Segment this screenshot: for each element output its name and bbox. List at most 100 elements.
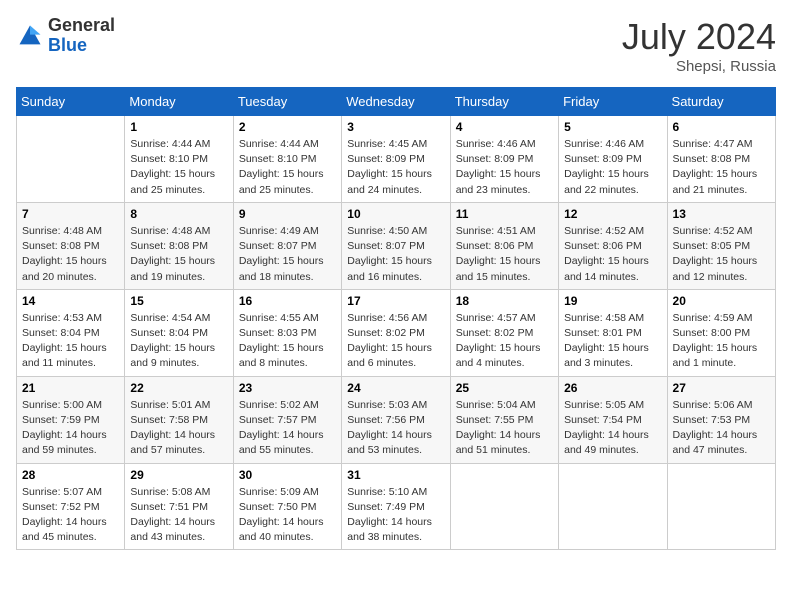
day-number: 16 xyxy=(239,294,336,308)
day-cell: 26Sunrise: 5:05 AMSunset: 7:54 PMDayligh… xyxy=(559,376,667,463)
header-day-tuesday: Tuesday xyxy=(233,88,341,116)
day-cell: 8Sunrise: 4:48 AMSunset: 8:08 PMDaylight… xyxy=(125,202,233,289)
day-number: 23 xyxy=(239,381,336,395)
day-info: Sunrise: 4:48 AMSunset: 8:08 PMDaylight:… xyxy=(22,224,119,285)
day-number: 1 xyxy=(130,120,227,134)
day-info: Sunrise: 4:46 AMSunset: 8:09 PMDaylight:… xyxy=(456,137,553,198)
day-cell: 30 Sunrise: 5:09 AMSunset: 7:50 PMDayligh… xyxy=(233,463,341,550)
day-cell: 25 Sunrise: 5:04 AMSunset: 7:55 PMDayligh… xyxy=(450,376,558,463)
day-info: Sunrise: 5:06 AMSunset: 7:53 PMDaylight:… xyxy=(673,398,770,459)
day-info: Sunrise: 4:44 AMSunset: 8:10 PMDaylight:… xyxy=(239,137,336,198)
day-cell: 20 Sunrise: 4:59 AMSunset: 8:00 PMDayligh… xyxy=(667,289,775,376)
header-day-sunday: Sunday xyxy=(17,88,125,116)
day-cell: 27Sunrise: 5:06 AMSunset: 7:53 PMDayligh… xyxy=(667,376,775,463)
day-info: Sunrise: 4:45 AMSunset: 8:09 PMDaylight:… xyxy=(347,137,444,198)
day-number: 28 xyxy=(22,468,119,482)
day-number: 18 xyxy=(456,294,553,308)
day-cell xyxy=(450,463,558,550)
day-number: 15 xyxy=(130,294,227,308)
day-info: Sunrise: 4:58 AMSunset: 8:01 PMDaylight:… xyxy=(564,311,661,372)
day-cell: 9 Sunrise: 4:49 AMSunset: 8:07 PMDaylight… xyxy=(233,202,341,289)
day-cell: 16 Sunrise: 4:55 AMSunset: 8:03 PMDayligh… xyxy=(233,289,341,376)
day-number: 6 xyxy=(673,120,770,134)
day-info: Sunrise: 5:00 AMSunset: 7:59 PMDaylight:… xyxy=(22,398,119,459)
header-day-thursday: Thursday xyxy=(450,88,558,116)
week-row-0: 1 Sunrise: 4:44 AMSunset: 8:10 PMDaylight… xyxy=(17,116,776,203)
day-cell: 4Sunrise: 4:46 AMSunset: 8:09 PMDaylight… xyxy=(450,116,558,203)
day-number: 11 xyxy=(456,207,553,221)
logo-blue-text: Blue xyxy=(48,36,115,56)
day-number: 31 xyxy=(347,468,444,482)
week-row-2: 14Sunrise: 4:53 AMSunset: 8:04 PMDayligh… xyxy=(17,289,776,376)
day-cell: 12Sunrise: 4:52 AMSunset: 8:06 PMDayligh… xyxy=(559,202,667,289)
day-info: Sunrise: 5:01 AMSunset: 7:58 PMDaylight:… xyxy=(130,398,227,459)
header-day-friday: Friday xyxy=(559,88,667,116)
location-subtitle: Shepsi, Russia xyxy=(622,58,776,75)
day-cell: 31 Sunrise: 5:10 AMSunset: 7:49 PMDayligh… xyxy=(342,463,450,550)
day-cell: 7 Sunrise: 4:48 AMSunset: 8:08 PMDaylight… xyxy=(17,202,125,289)
logo-text: General Blue xyxy=(48,16,115,56)
header-row: SundayMondayTuesdayWednesdayThursdayFrid… xyxy=(17,88,776,116)
day-number: 25 xyxy=(456,381,553,395)
title-block: July 2024 Shepsi, Russia xyxy=(622,16,776,75)
day-info: Sunrise: 4:57 AMSunset: 8:02 PMDaylight:… xyxy=(456,311,553,372)
day-number: 24 xyxy=(347,381,444,395)
day-info: Sunrise: 5:09 AMSunset: 7:50 PMDaylight:… xyxy=(239,485,336,546)
day-number: 30 xyxy=(239,468,336,482)
day-number: 5 xyxy=(564,120,661,134)
day-number: 7 xyxy=(22,207,119,221)
day-cell: 22Sunrise: 5:01 AMSunset: 7:58 PMDayligh… xyxy=(125,376,233,463)
day-cell: 2 Sunrise: 4:44 AMSunset: 8:10 PMDaylight… xyxy=(233,116,341,203)
logo-general-text: General xyxy=(48,16,115,36)
day-info: Sunrise: 4:52 AMSunset: 8:06 PMDaylight:… xyxy=(564,224,661,285)
day-info: Sunrise: 4:55 AMSunset: 8:03 PMDaylight:… xyxy=(239,311,336,372)
calendar-header: SundayMondayTuesdayWednesdayThursdayFrid… xyxy=(17,88,776,116)
day-cell: 24 Sunrise: 5:03 AMSunset: 7:56 PMDayligh… xyxy=(342,376,450,463)
day-number: 20 xyxy=(673,294,770,308)
day-cell: 18 Sunrise: 4:57 AMSunset: 8:02 PMDayligh… xyxy=(450,289,558,376)
day-info: Sunrise: 4:44 AMSunset: 8:10 PMDaylight:… xyxy=(130,137,227,198)
page-header: General Blue July 2024 Shepsi, Russia xyxy=(16,16,776,75)
day-cell: 28 Sunrise: 5:07 AMSunset: 7:52 PMDayligh… xyxy=(17,463,125,550)
day-number: 9 xyxy=(239,207,336,221)
day-info: Sunrise: 4:46 AMSunset: 8:09 PMDaylight:… xyxy=(564,137,661,198)
day-info: Sunrise: 4:48 AMSunset: 8:08 PMDaylight:… xyxy=(130,224,227,285)
header-day-monday: Monday xyxy=(125,88,233,116)
day-number: 10 xyxy=(347,207,444,221)
logo: General Blue xyxy=(16,16,115,56)
day-cell: 6 Sunrise: 4:47 AMSunset: 8:08 PMDaylight… xyxy=(667,116,775,203)
header-day-saturday: Saturday xyxy=(667,88,775,116)
day-info: Sunrise: 4:56 AMSunset: 8:02 PMDaylight:… xyxy=(347,311,444,372)
day-info: Sunrise: 4:52 AMSunset: 8:05 PMDaylight:… xyxy=(673,224,770,285)
day-cell xyxy=(559,463,667,550)
day-cell: 23 Sunrise: 5:02 AMSunset: 7:57 PMDayligh… xyxy=(233,376,341,463)
day-info: Sunrise: 4:47 AMSunset: 8:08 PMDaylight:… xyxy=(673,137,770,198)
day-info: Sunrise: 4:54 AMSunset: 8:04 PMDaylight:… xyxy=(130,311,227,372)
day-info: Sunrise: 4:59 AMSunset: 8:00 PMDaylight:… xyxy=(673,311,770,372)
day-number: 13 xyxy=(673,207,770,221)
logo-icon xyxy=(16,22,44,50)
week-row-3: 21Sunrise: 5:00 AMSunset: 7:59 PMDayligh… xyxy=(17,376,776,463)
week-row-4: 28 Sunrise: 5:07 AMSunset: 7:52 PMDayligh… xyxy=(17,463,776,550)
day-cell: 11Sunrise: 4:51 AMSunset: 8:06 PMDayligh… xyxy=(450,202,558,289)
day-info: Sunrise: 4:49 AMSunset: 8:07 PMDaylight:… xyxy=(239,224,336,285)
day-number: 2 xyxy=(239,120,336,134)
day-info: Sunrise: 4:50 AMSunset: 8:07 PMDaylight:… xyxy=(347,224,444,285)
day-cell: 3Sunrise: 4:45 AMSunset: 8:09 PMDaylight… xyxy=(342,116,450,203)
day-info: Sunrise: 5:02 AMSunset: 7:57 PMDaylight:… xyxy=(239,398,336,459)
month-year-title: July 2024 xyxy=(622,16,776,58)
day-info: Sunrise: 5:10 AMSunset: 7:49 PMDaylight:… xyxy=(347,485,444,546)
calendar-table: SundayMondayTuesdayWednesdayThursdayFrid… xyxy=(16,87,776,550)
week-row-1: 7 Sunrise: 4:48 AMSunset: 8:08 PMDaylight… xyxy=(17,202,776,289)
day-info: Sunrise: 5:04 AMSunset: 7:55 PMDaylight:… xyxy=(456,398,553,459)
day-info: Sunrise: 5:07 AMSunset: 7:52 PMDaylight:… xyxy=(22,485,119,546)
day-number: 17 xyxy=(347,294,444,308)
day-cell: 10 Sunrise: 4:50 AMSunset: 8:07 PMDayligh… xyxy=(342,202,450,289)
day-cell: 29Sunrise: 5:08 AMSunset: 7:51 PMDayligh… xyxy=(125,463,233,550)
day-cell: 21Sunrise: 5:00 AMSunset: 7:59 PMDayligh… xyxy=(17,376,125,463)
day-number: 19 xyxy=(564,294,661,308)
day-info: Sunrise: 5:03 AMSunset: 7:56 PMDaylight:… xyxy=(347,398,444,459)
day-cell: 15 Sunrise: 4:54 AMSunset: 8:04 PMDayligh… xyxy=(125,289,233,376)
day-cell: 13 Sunrise: 4:52 AMSunset: 8:05 PMDayligh… xyxy=(667,202,775,289)
day-cell xyxy=(667,463,775,550)
